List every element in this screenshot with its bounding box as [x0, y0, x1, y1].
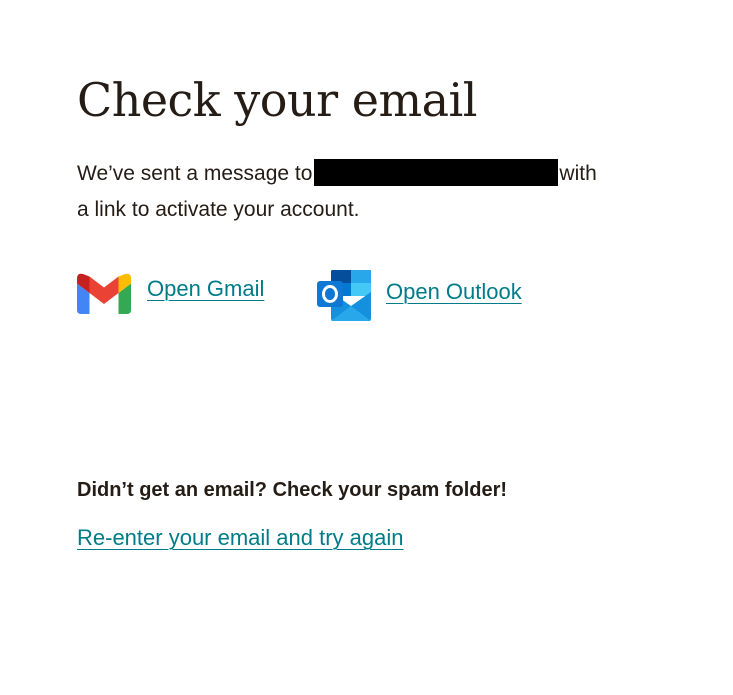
page-title: Check your email [77, 73, 477, 127]
outlook-icon [317, 270, 373, 327]
reenter-email-link[interactable]: Re-enter your email and try again [77, 524, 404, 552]
message-line-2: a link to activate your account. [77, 198, 360, 221]
message-prefix: We’ve sent a message to [77, 162, 313, 185]
message-line-1: We’ve sent a message to with [77, 156, 677, 192]
gmail-icon [77, 272, 131, 319]
redacted-email [314, 159, 559, 186]
confirmation-message: We’ve sent a message to with a link to ac… [77, 156, 677, 228]
spam-folder-note: Didn’t get an email? Check your spam fol… [77, 479, 508, 501]
open-gmail-label: Open Gmail [147, 276, 265, 301]
message-suffix: with [559, 162, 597, 185]
open-outlook-label: Open Outlook [386, 279, 522, 304]
